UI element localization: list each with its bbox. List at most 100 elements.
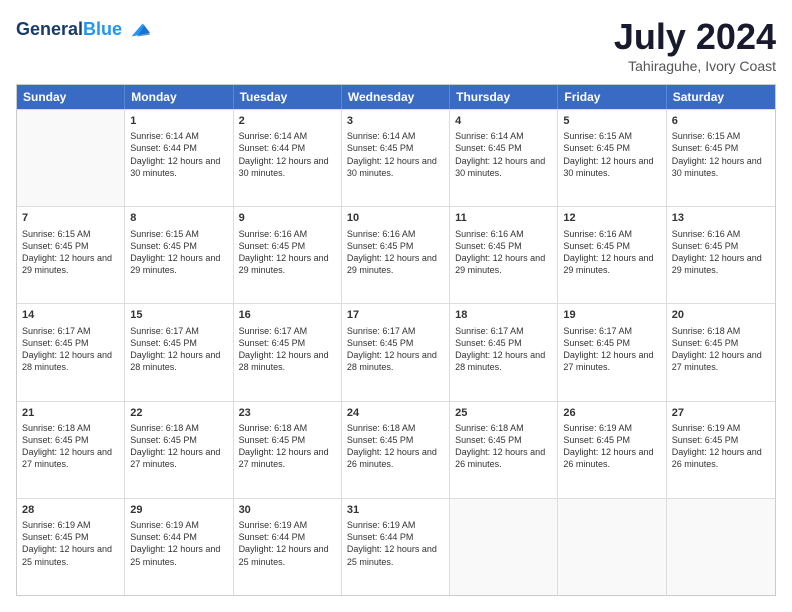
calendar-cell: 1Sunrise: 6:14 AMSunset: 6:44 PMDaylight… xyxy=(125,110,233,206)
calendar-row-1: 7 Sunrise: 6:15 AMSunset: 6:45 PMDaylight… xyxy=(17,206,775,303)
cell-info: Sunrise: 6:14 AMSunset: 6:45 PMDaylight:… xyxy=(455,130,552,179)
cell-info: Sunrise: 6:19 AMSunset: 6:44 PMDaylight:… xyxy=(347,519,444,568)
page: GeneralBlue July 2024 Tahiraguhe, Ivory … xyxy=(0,0,792,612)
cell-info: Sunrise: 6:19 AMSunset: 6:44 PMDaylight:… xyxy=(130,519,227,568)
logo-text: GeneralBlue xyxy=(16,20,122,40)
header-day-friday: Friday xyxy=(558,85,666,109)
day-number: 3 xyxy=(347,114,444,128)
day-number: 11 xyxy=(455,211,552,225)
calendar-cell: 24 Sunrise: 6:18 AMSunset: 6:45 PMDayligh… xyxy=(342,402,450,498)
calendar-cell: 6Sunrise: 6:15 AMSunset: 6:45 PMDaylight… xyxy=(667,110,775,206)
header-day-wednesday: Wednesday xyxy=(342,85,450,109)
day-number: 22 xyxy=(130,406,227,420)
day-number: 17 xyxy=(347,308,444,322)
cell-info: Sunrise: 6:15 AMSunset: 6:45 PMDaylight:… xyxy=(130,228,227,277)
month-title: July 2024 xyxy=(614,16,776,58)
day-number: 8 xyxy=(130,211,227,225)
day-number: 2 xyxy=(239,114,336,128)
cell-info: Sunrise: 6:17 AMSunset: 6:45 PMDaylight:… xyxy=(347,325,444,374)
cell-info: Sunrise: 6:15 AMSunset: 6:45 PMDaylight:… xyxy=(563,130,660,179)
calendar-body: 1 Sunrise: 6:14 AMSunset: 6:44 PMDaylight… xyxy=(17,109,775,595)
calendar-row-2: 14 Sunrise: 6:17 AMSunset: 6:45 PMDayligh… xyxy=(17,303,775,400)
cell-info: Sunrise: 6:14 AMSunset: 6:44 PMDaylight:… xyxy=(239,130,336,179)
calendar-cell: 8 Sunrise: 6:15 AMSunset: 6:45 PMDaylight… xyxy=(125,207,233,303)
day-number: 13 xyxy=(672,211,770,225)
calendar-row-0: 1 Sunrise: 6:14 AMSunset: 6:44 PMDaylight… xyxy=(17,109,775,206)
cell-info: Sunrise: 6:16 AMSunset: 6:45 PMDaylight:… xyxy=(347,228,444,277)
day-number: 19 xyxy=(563,308,660,322)
location-title: Tahiraguhe, Ivory Coast xyxy=(614,58,776,74)
calendar-cell: 7 Sunrise: 6:15 AMSunset: 6:45 PMDaylight… xyxy=(17,207,125,303)
cell-info: Sunrise: 6:19 AMSunset: 6:45 PMDaylight:… xyxy=(22,519,119,568)
calendar-cell: 22 Sunrise: 6:18 AMSunset: 6:45 PMDayligh… xyxy=(125,402,233,498)
calendar-cell: 11 Sunrise: 6:16 AMSunset: 6:45 PMDayligh… xyxy=(450,207,558,303)
calendar-cell: 15Sunrise: 6:17 AMSunset: 6:45 PMDayligh… xyxy=(125,304,233,400)
cell-info: Sunrise: 6:16 AMSunset: 6:45 PMDaylight:… xyxy=(672,228,770,277)
day-number: 26 xyxy=(563,406,660,420)
cell-info: Sunrise: 6:17 AMSunset: 6:45 PMDaylight:… xyxy=(455,325,552,374)
calendar-cell: 28 Sunrise: 6:19 AMSunset: 6:45 PMDayligh… xyxy=(17,499,125,595)
calendar-cell: 10Sunrise: 6:16 AMSunset: 6:45 PMDayligh… xyxy=(342,207,450,303)
calendar-cell: 17 Sunrise: 6:17 AMSunset: 6:45 PMDayligh… xyxy=(342,304,450,400)
calendar-cell xyxy=(667,499,775,595)
calendar-cell: 31 Sunrise: 6:19 AMSunset: 6:44 PMDayligh… xyxy=(342,499,450,595)
day-number: 25 xyxy=(455,406,552,420)
cell-info: Sunrise: 6:17 AMSunset: 6:45 PMDaylight:… xyxy=(130,325,227,374)
day-number: 9 xyxy=(239,211,336,225)
calendar-cell: 4 Sunrise: 6:14 AMSunset: 6:45 PMDaylight… xyxy=(450,110,558,206)
day-number: 16 xyxy=(239,308,336,322)
day-number: 18 xyxy=(455,308,552,322)
calendar-row-3: 21Sunrise: 6:18 AMSunset: 6:45 PMDayligh… xyxy=(17,401,775,498)
day-number: 7 xyxy=(22,211,119,225)
day-number: 5 xyxy=(563,114,660,128)
cell-info: Sunrise: 6:15 AMSunset: 6:45 PMDaylight:… xyxy=(22,228,119,277)
calendar-cell xyxy=(450,499,558,595)
calendar-cell: 2 Sunrise: 6:14 AMSunset: 6:44 PMDaylight… xyxy=(234,110,342,206)
day-number: 30 xyxy=(239,503,336,517)
header-day-tuesday: Tuesday xyxy=(234,85,342,109)
calendar-cell: 14 Sunrise: 6:17 AMSunset: 6:45 PMDayligh… xyxy=(17,304,125,400)
day-number: 4 xyxy=(455,114,552,128)
calendar-cell: 30 Sunrise: 6:19 AMSunset: 6:44 PMDayligh… xyxy=(234,499,342,595)
cell-info: Sunrise: 6:18 AMSunset: 6:45 PMDaylight:… xyxy=(672,325,770,374)
day-number: 24 xyxy=(347,406,444,420)
day-number: 27 xyxy=(672,406,770,420)
day-number: 31 xyxy=(347,503,444,517)
calendar-cell: 27Sunrise: 6:19 AMSunset: 6:45 PMDayligh… xyxy=(667,402,775,498)
cell-info: Sunrise: 6:14 AMSunset: 6:45 PMDaylight:… xyxy=(347,130,444,179)
calendar-cell: 26 Sunrise: 6:19 AMSunset: 6:45 PMDayligh… xyxy=(558,402,666,498)
header-day-sunday: Sunday xyxy=(17,85,125,109)
calendar-cell: 25 Sunrise: 6:18 AMSunset: 6:45 PMDayligh… xyxy=(450,402,558,498)
cell-info: Sunrise: 6:16 AMSunset: 6:45 PMDaylight:… xyxy=(455,228,552,277)
day-number: 6 xyxy=(672,114,770,128)
calendar-cell: 18 Sunrise: 6:17 AMSunset: 6:45 PMDayligh… xyxy=(450,304,558,400)
logo-icon xyxy=(124,16,152,44)
calendar-cell: 23Sunrise: 6:18 AMSunset: 6:45 PMDayligh… xyxy=(234,402,342,498)
cell-info: Sunrise: 6:18 AMSunset: 6:45 PMDaylight:… xyxy=(22,422,119,471)
day-number: 28 xyxy=(22,503,119,517)
day-number: 1 xyxy=(130,114,227,128)
calendar-cell xyxy=(558,499,666,595)
calendar-cell: 13 Sunrise: 6:16 AMSunset: 6:45 PMDayligh… xyxy=(667,207,775,303)
cell-info: Sunrise: 6:18 AMSunset: 6:45 PMDaylight:… xyxy=(347,422,444,471)
calendar-cell: 12Sunrise: 6:16 AMSunset: 6:45 PMDayligh… xyxy=(558,207,666,303)
calendar-cell: 29 Sunrise: 6:19 AMSunset: 6:44 PMDayligh… xyxy=(125,499,233,595)
title-block: July 2024 Tahiraguhe, Ivory Coast xyxy=(614,16,776,74)
calendar-cell xyxy=(17,110,125,206)
calendar: SundayMondayTuesdayWednesdayThursdayFrid… xyxy=(16,84,776,596)
cell-info: Sunrise: 6:19 AMSunset: 6:44 PMDaylight:… xyxy=(239,519,336,568)
day-number: 29 xyxy=(130,503,227,517)
calendar-cell: 20Sunrise: 6:18 AMSunset: 6:45 PMDayligh… xyxy=(667,304,775,400)
header-day-monday: Monday xyxy=(125,85,233,109)
cell-info: Sunrise: 6:18 AMSunset: 6:45 PMDaylight:… xyxy=(455,422,552,471)
cell-info: Sunrise: 6:18 AMSunset: 6:45 PMDaylight:… xyxy=(130,422,227,471)
logo: GeneralBlue xyxy=(16,16,152,44)
calendar-cell: 5 Sunrise: 6:15 AMSunset: 6:45 PMDaylight… xyxy=(558,110,666,206)
day-number: 14 xyxy=(22,308,119,322)
calendar-row-4: 28 Sunrise: 6:19 AMSunset: 6:45 PMDayligh… xyxy=(17,498,775,595)
cell-info: Sunrise: 6:19 AMSunset: 6:45 PMDaylight:… xyxy=(563,422,660,471)
cell-info: Sunrise: 6:17 AMSunset: 6:45 PMDaylight:… xyxy=(22,325,119,374)
calendar-cell: 19Sunrise: 6:17 AMSunset: 6:45 PMDayligh… xyxy=(558,304,666,400)
header-day-thursday: Thursday xyxy=(450,85,558,109)
calendar-cell: 16Sunrise: 6:17 AMSunset: 6:45 PMDayligh… xyxy=(234,304,342,400)
